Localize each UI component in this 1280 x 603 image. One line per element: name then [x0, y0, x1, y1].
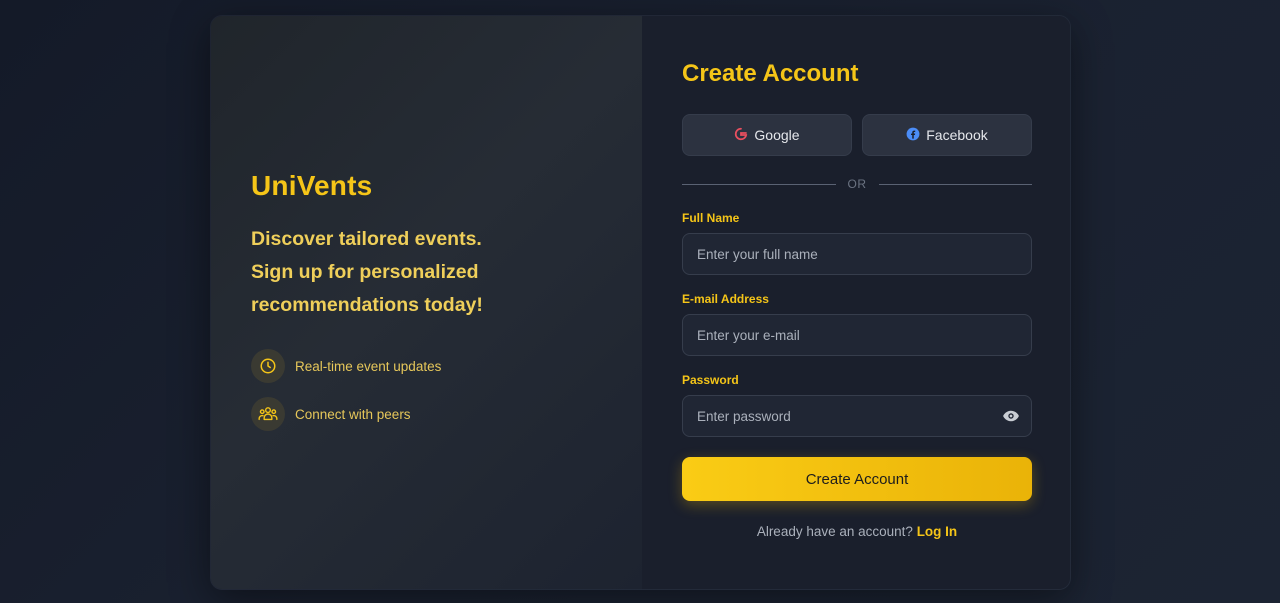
- feature-item-updates: Real-time event updates: [251, 349, 642, 383]
- facebook-icon: [906, 127, 920, 144]
- social-login-row: Google Facebook: [682, 114, 1070, 156]
- facebook-label: Facebook: [926, 127, 988, 143]
- feature-label: Real-time event updates: [295, 358, 442, 374]
- full-name-input[interactable]: Enter your full name: [682, 233, 1032, 275]
- full-name-placeholder: Enter your full name: [697, 246, 818, 262]
- facebook-signup-button[interactable]: Facebook: [862, 114, 1032, 156]
- feature-label: Connect with peers: [295, 406, 411, 422]
- email-label: E-mail Address: [682, 292, 769, 306]
- login-prompt: Already have an account? Log In: [682, 524, 1032, 539]
- signup-form: Create Account Google Facebook OR Full N…: [642, 16, 1070, 589]
- divider-line: [878, 183, 1032, 185]
- feature-item-peers: Connect with peers: [251, 397, 642, 431]
- brand-title: UniVents: [251, 170, 373, 201]
- email-input[interactable]: Enter your e-mail: [682, 314, 1032, 356]
- login-prompt-text: Already have an account?: [756, 524, 913, 539]
- email-placeholder: Enter your e-mail: [697, 327, 800, 343]
- password-label: Password: [682, 373, 739, 387]
- eye-icon[interactable]: [1002, 407, 1020, 430]
- users-icon: [251, 397, 285, 431]
- promo-panel: UniVents Discover tailored events. Sign …: [211, 16, 642, 589]
- tagline: Discover tailored events. Sign up for pe…: [251, 228, 483, 316]
- google-signup-button[interactable]: Google: [682, 114, 852, 156]
- login-link[interactable]: Log In: [917, 524, 958, 539]
- full-name-label: Full Name: [682, 211, 740, 225]
- email-field: E-mail Address Enter your e-mail: [682, 292, 1032, 356]
- full-name-field: Full Name Enter your full name: [682, 211, 1032, 275]
- google-icon: [734, 127, 748, 144]
- password-input[interactable]: Enter password: [682, 395, 1032, 437]
- form-title: Create Account: [682, 60, 859, 87]
- password-placeholder: Enter password: [697, 408, 791, 424]
- signup-card: UniVents Discover tailored events. Sign …: [210, 15, 1071, 590]
- divider-line: [682, 183, 836, 185]
- divider-text: OR: [847, 177, 867, 191]
- create-account-button[interactable]: Create Account: [682, 457, 1032, 501]
- feature-list: Real-time event updates Connect with pee…: [251, 349, 642, 445]
- google-label: Google: [754, 127, 800, 143]
- password-field: Password Enter password: [682, 373, 1032, 437]
- or-divider: OR: [682, 176, 1032, 192]
- clock-icon: [251, 349, 285, 383]
